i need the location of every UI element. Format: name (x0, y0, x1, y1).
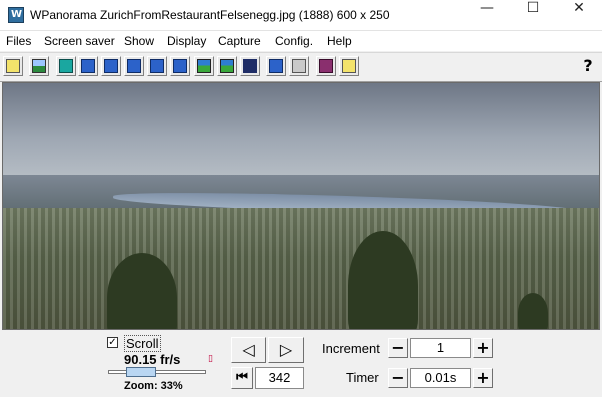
fit-icon (59, 59, 73, 73)
first-frame-button[interactable]: ⏮ (231, 367, 253, 389)
sky (3, 83, 599, 183)
arrow-down-right-icon (173, 59, 187, 73)
book-icon (319, 59, 333, 73)
up-right-button[interactable] (124, 56, 144, 76)
window-title: WPanorama ZurichFromRestaurantFelsenegg.… (30, 8, 390, 22)
menu-files[interactable]: Files (6, 34, 31, 48)
scroll-checkbox[interactable]: ✓ (107, 337, 118, 348)
down-left-button[interactable] (147, 56, 167, 76)
increment-field[interactable]: 1 (410, 338, 471, 358)
arrow-up-right-icon (127, 59, 141, 73)
open-button[interactable] (3, 56, 23, 76)
app-icon[interactable] (8, 7, 24, 23)
timer-plus-button[interactable]: + (473, 368, 493, 388)
strip-icon (243, 59, 257, 73)
zoom-label: Zoom: 33% (124, 380, 183, 392)
city (3, 208, 599, 329)
frame-rate: 90.15 fr/s (124, 352, 181, 367)
scroll-right-button[interactable]: ▷ (268, 337, 304, 363)
expand-icon (81, 59, 95, 73)
strip-button[interactable] (240, 56, 260, 76)
frame-number-field[interactable]: 342 (255, 367, 304, 389)
increment-minus-button[interactable]: − (388, 338, 408, 358)
help-tip-icon (342, 59, 356, 73)
menu-help[interactable]: Help (327, 34, 352, 48)
level-button[interactable] (266, 56, 286, 76)
increment-label: Increment (322, 341, 380, 356)
panorama-icon (197, 59, 211, 73)
fit-button[interactable] (56, 56, 76, 76)
panorama-view[interactable] (2, 82, 600, 330)
menu-capture[interactable]: Capture (218, 34, 261, 48)
zoom-slider[interactable] (108, 370, 206, 374)
image-icon (32, 59, 46, 73)
minimize-button[interactable]: — (464, 0, 510, 30)
down-right-button[interactable] (170, 56, 190, 76)
zoom-slider-thumb[interactable] (126, 367, 156, 377)
fps-indicator-icon: ▯ (208, 354, 213, 364)
menu-config[interactable]: Config. (275, 34, 313, 48)
landscape-button[interactable] (217, 56, 237, 76)
book-button[interactable] (316, 56, 336, 76)
title-bar: WPanorama ZurichFromRestaurantFelsenegg.… (0, 0, 602, 31)
menu-bar: Files Screen saver Show Display Capture … (0, 31, 602, 51)
landscape-icon (220, 59, 234, 73)
tree-right (348, 231, 418, 329)
speaker-icon (292, 59, 306, 73)
scroll-left-button[interactable]: ◁ (231, 337, 266, 363)
timer-field[interactable]: 0.01s (410, 368, 471, 388)
panorama-button[interactable] (194, 56, 214, 76)
increment-plus-button[interactable]: + (473, 338, 493, 358)
toolbar: ? (0, 52, 602, 82)
scroll-label[interactable]: Scroll (124, 335, 161, 352)
timer-label: Timer (346, 370, 379, 385)
context-help-button[interactable]: ? (578, 56, 598, 76)
menu-show[interactable]: Show (124, 34, 154, 48)
sound-button[interactable] (289, 56, 309, 76)
tip-button[interactable] (339, 56, 359, 76)
timer-minus-button[interactable]: − (388, 368, 408, 388)
image-button[interactable] (29, 56, 49, 76)
tree-far-right (518, 293, 548, 329)
arrow-down-left-icon (150, 59, 164, 73)
arrow-up-left-icon (104, 59, 118, 73)
maximize-button[interactable]: ☐ (510, 0, 556, 30)
close-button[interactable]: ✕ (556, 0, 602, 30)
level-icon (269, 59, 283, 73)
menu-screen-saver[interactable]: Screen saver (44, 34, 115, 48)
open-folder-icon (6, 59, 20, 73)
menu-display[interactable]: Display (167, 34, 206, 48)
up-left-button[interactable] (101, 56, 121, 76)
expand-button[interactable] (78, 56, 98, 76)
